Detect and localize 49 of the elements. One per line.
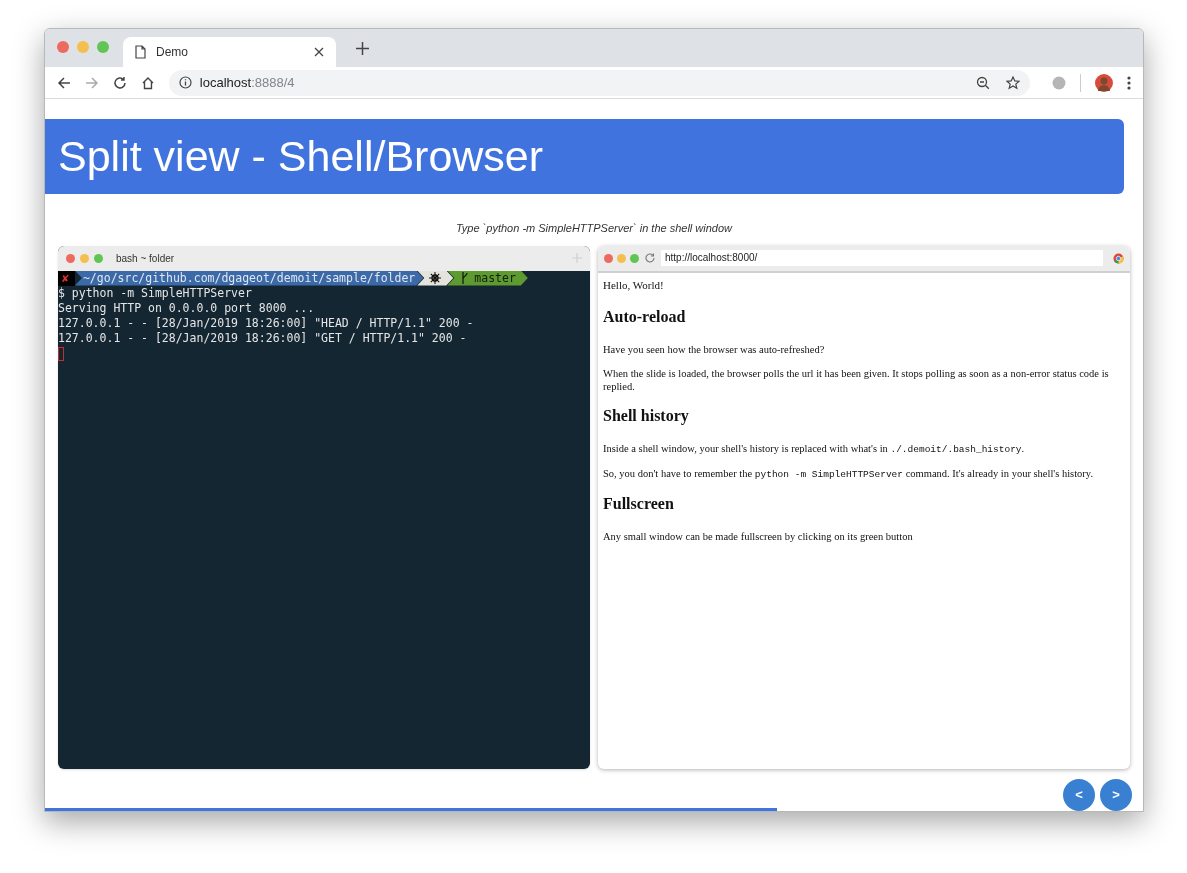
previous-button[interactable]: < [1063,778,1095,811]
extension-icon[interactable] [1052,75,1067,90]
page-heading: Fullscreen [603,494,675,514]
page-paragraph: Any small window can be made fullscreen by clicking on its green button [603,530,914,543]
forward-arrow-icon[interactable] [84,75,99,90]
new-tab-icon[interactable] [356,41,369,55]
close-window-button[interactable] [57,41,69,53]
page-heading: Shell history [603,406,690,427]
maximize-window-button[interactable] [97,41,109,53]
browser-logo-icon [1113,252,1124,264]
tab-title: Demo [156,44,189,61]
zoom-out-icon[interactable] [976,75,991,90]
page-heading: Auto-reload [603,307,687,327]
reload-icon[interactable] [112,75,127,90]
maximize-window-button[interactable] [94,253,103,263]
terminal-line: 127.0.0.1 - - [28/Jan/2019 18:26:00] "HEAD / HTTP/1.1" 200 - [58,315,474,331]
minimize-window-button[interactable] [80,253,89,263]
close-icon[interactable] [314,47,324,57]
branch-icon [461,272,469,284]
shell-title: bash ~ folder [116,251,176,266]
close-window-button[interactable] [604,253,613,263]
menu-icon[interactable] [1127,75,1131,90]
helm-wheel-icon [429,272,442,284]
browser-tab[interactable]: Demo [123,37,336,67]
info-icon[interactable] [178,76,192,89]
page-paragraph: Inside a shell window, your shell's history is replaced with what's in ./.demoit/.bash_history. [603,442,1026,456]
minimize-window-button[interactable] [617,253,626,263]
branch-name: master [474,270,516,286]
page-paragraph: So, you don't have to remember the python -m SimpleHTTPServer command. It's already in your shell's history. [603,467,1095,481]
terminal-line: 127.0.0.1 - - [28/Jan/2019 18:26:00] "GET / HTTP/1.1" 200 - [58,330,467,346]
document-icon [135,45,146,59]
url-field[interactable]: http://localhost:8000/ [661,250,1103,266]
url-text: localhost:8888/4 [199,73,296,92]
page-paragraph: Have you seen how the browser was auto-refreshed? [603,343,826,356]
terminal-line: Serving HTTP on 0.0.0.0 port 8000 ... [58,300,315,316]
terminal-line: $ python -m SimpleHTTPServer [58,285,252,301]
home-icon[interactable] [140,75,155,90]
address-bar[interactable]: localhost:8888/4 [168,69,1031,96]
star-icon[interactable] [1006,75,1021,90]
avatar-icon[interactable] [1095,73,1113,92]
back-arrow-icon[interactable] [57,75,71,90]
close-window-button[interactable] [66,253,75,263]
page-text: Hello, World! [603,277,665,293]
maximize-window-button[interactable] [630,253,639,263]
next-button[interactable]: > [1100,778,1132,811]
slide-subtitle: Type `python -m SimpleHTTPServer` in the shell window [454,221,734,236]
slide-title: Split view - Shell/Browser [58,135,544,178]
page-paragraph: When the slide is loaded, the browser polls the url it has been given. It stops polling as soon as a non-error status code is replied. [603,367,1110,393]
cursor [58,346,64,361]
